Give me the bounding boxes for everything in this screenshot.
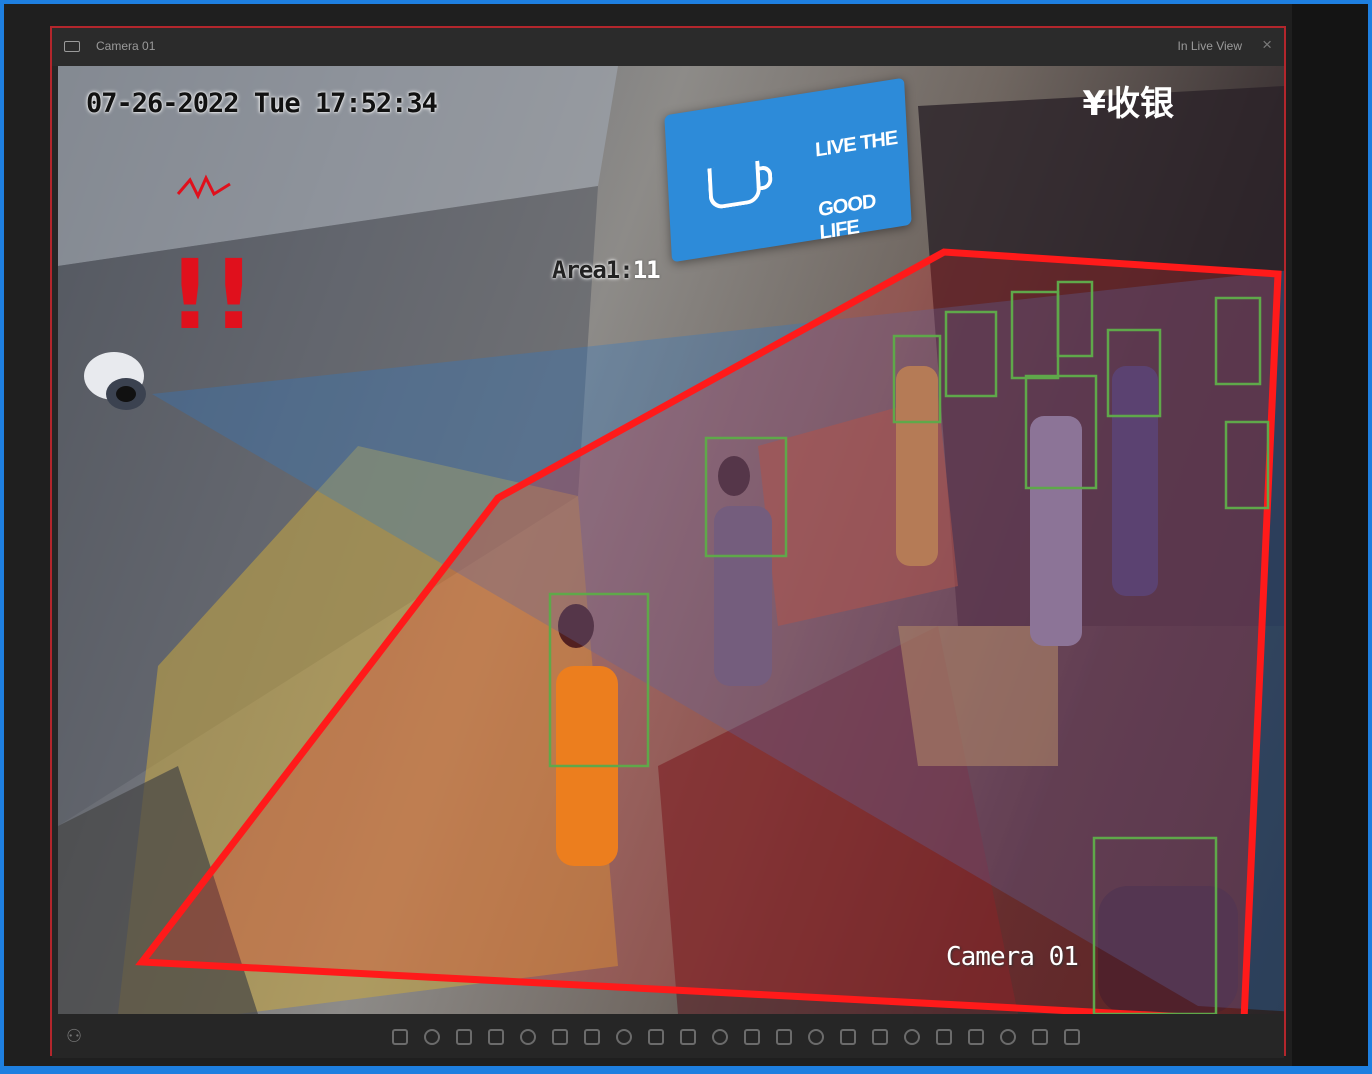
ptz-icon-glyph (520, 1029, 536, 1045)
light-icon-glyph (904, 1029, 920, 1045)
split-icon[interactable] (832, 1024, 864, 1050)
settings-icon[interactable] (864, 1024, 896, 1050)
bookmark-icon[interactable] (1024, 1024, 1056, 1050)
person-count-icon-glyph (648, 1029, 664, 1045)
toolbar-icons (384, 1024, 1088, 1050)
export-icon-glyph (936, 1029, 952, 1045)
mic-icon[interactable] (736, 1024, 768, 1050)
layout-icon[interactable] (608, 1024, 640, 1050)
osd-area-label: Area1: (552, 256, 634, 284)
layout-icon-glyph (616, 1029, 632, 1045)
bookmark-icon-glyph (1032, 1029, 1048, 1045)
alert-icon: !! (168, 174, 256, 351)
osd-area-count: Area1:11 (552, 256, 661, 284)
osd-timestamp: 07-26-2022 Tue 17:52:34 (86, 88, 438, 119)
light-icon[interactable] (896, 1024, 928, 1050)
bottom-border (0, 1066, 1372, 1074)
stream-icon-glyph (776, 1029, 792, 1045)
image-icon[interactable] (960, 1024, 992, 1050)
dome-camera-icon (84, 352, 146, 410)
camera-switch-icon[interactable] (704, 1024, 736, 1050)
fisheye-icon-glyph (584, 1029, 600, 1045)
osd-area-value: 11 (632, 256, 661, 284)
instant-playback-icon[interactable] (544, 1024, 576, 1050)
rotate-icon[interactable] (672, 1024, 704, 1050)
person-icon[interactable]: ⚇ (66, 1026, 82, 1047)
audio-icon-glyph (456, 1029, 472, 1045)
image-icon-glyph (968, 1029, 984, 1045)
live-view-status: In Live View (1177, 39, 1242, 53)
camera-icon (64, 41, 80, 52)
live-view-toolbar: ⚇ (52, 1014, 1284, 1058)
zoom-icon-glyph (488, 1029, 504, 1045)
zoom-icon[interactable] (480, 1024, 512, 1050)
fisheye-icon[interactable] (576, 1024, 608, 1050)
window-icon[interactable] (800, 1024, 832, 1050)
capture-icon[interactable] (992, 1024, 1024, 1050)
right-panel (1292, 4, 1368, 1066)
rotate-icon-glyph (680, 1029, 696, 1045)
window-titlebar: Camera 01 In Live View × (52, 28, 1284, 66)
record-icon[interactable] (416, 1024, 448, 1050)
osd-camera-label: Camera 01 (946, 942, 1079, 972)
window-icon-glyph (808, 1029, 824, 1045)
settings-icon-glyph (872, 1029, 888, 1045)
stream-icon[interactable] (768, 1024, 800, 1050)
exit-icon[interactable] (1056, 1024, 1088, 1050)
ptz-icon[interactable] (512, 1024, 544, 1050)
alert-text: !! (168, 239, 256, 351)
exit-icon-glyph (1064, 1029, 1080, 1045)
snapshot-icon-glyph (392, 1029, 408, 1045)
capture-icon-glyph (1000, 1029, 1016, 1045)
snapshot-icon[interactable] (384, 1024, 416, 1050)
analytics-overlay: !! (84, 174, 1284, 1014)
export-icon[interactable] (928, 1024, 960, 1050)
window-title: Camera 01 (96, 39, 156, 53)
record-icon-glyph (424, 1029, 440, 1045)
mic-icon-glyph (744, 1029, 760, 1045)
split-icon-glyph (840, 1029, 856, 1045)
audio-icon[interactable] (448, 1024, 480, 1050)
close-icon[interactable]: × (1262, 35, 1272, 55)
camera-window: Camera 01 In Live View × LIVE THE GOOD L… (50, 26, 1286, 1058)
person-count-icon[interactable] (640, 1024, 672, 1050)
instant-playback-icon-glyph (552, 1029, 568, 1045)
camera-switch-icon-glyph (712, 1029, 728, 1045)
live-video[interactable]: LIVE THE GOOD LIFE ¥收银 !! 07-26-2022 Tue… (58, 66, 1284, 1014)
